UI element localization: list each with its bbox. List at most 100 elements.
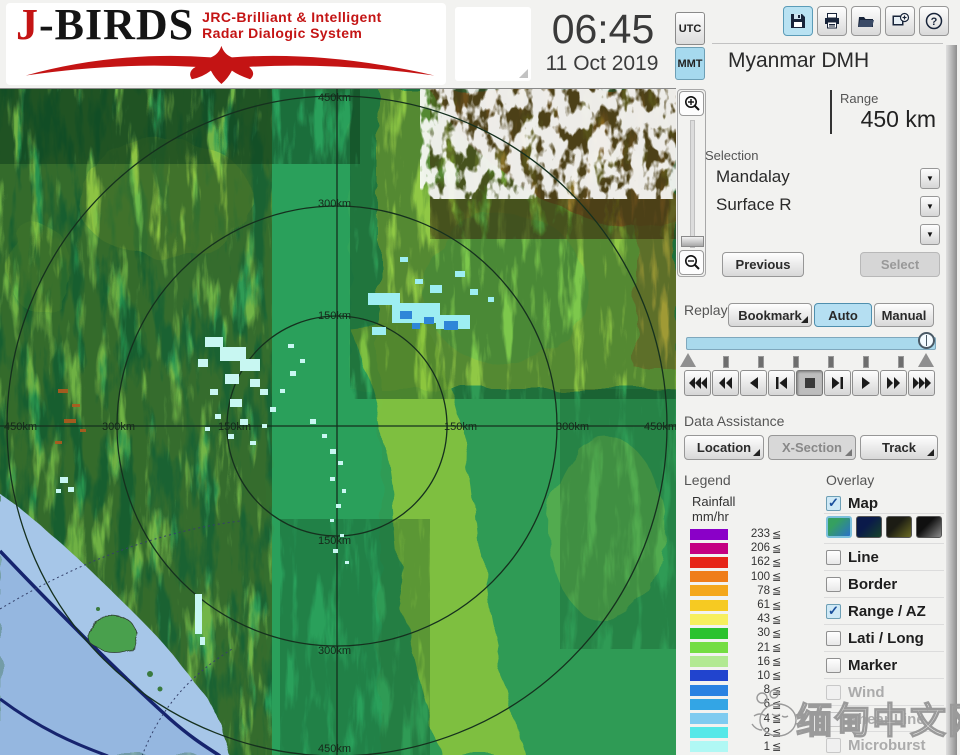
radar-map[interactable]: 450km 300km 150km 150km 300km 450km 450k… bbox=[0, 88, 676, 755]
overlay-row-lati-long: Lati / Long bbox=[824, 627, 946, 649]
clock-time: 06:45 bbox=[551, 6, 655, 52]
replay-slider-track[interactable] bbox=[686, 337, 936, 350]
previous-button[interactable]: Previous bbox=[722, 252, 804, 277]
print-button[interactable] bbox=[817, 6, 847, 36]
logo-tagline: JRC-Brilliant & Intelligent Radar Dialog… bbox=[202, 9, 382, 41]
divider bbox=[824, 513, 944, 514]
slider-start-marker[interactable] bbox=[680, 353, 696, 367]
divider bbox=[824, 570, 944, 571]
svg-text:300km: 300km bbox=[318, 645, 351, 657]
data-assistance-label: Data Assistance bbox=[684, 413, 785, 429]
color-swatch bbox=[690, 585, 728, 597]
xsection-button[interactable]: X-Section bbox=[768, 435, 856, 460]
slider-tick bbox=[793, 356, 799, 368]
zoom-in-button[interactable] bbox=[679, 91, 704, 116]
legend-entry: 21 ≦ bbox=[690, 641, 802, 655]
line-checkbox[interactable] bbox=[826, 549, 841, 565]
legend-entry: 233 ≦ bbox=[690, 527, 802, 541]
svg-text:150km: 150km bbox=[318, 535, 351, 547]
auto-button[interactable]: Auto bbox=[814, 303, 872, 327]
step-forward-button[interactable] bbox=[824, 370, 851, 396]
product-dropdown-value[interactable]: Surface R bbox=[716, 195, 792, 215]
watermark-text: 缅甸中文网 bbox=[795, 699, 960, 741]
panel-edge bbox=[946, 45, 957, 755]
play-button[interactable] bbox=[852, 370, 879, 396]
slider-tick bbox=[863, 356, 869, 368]
legend-entry: 162 ≦ bbox=[690, 555, 802, 569]
fast-forward-button[interactable] bbox=[880, 370, 907, 396]
color-swatch bbox=[690, 571, 728, 583]
add-image-icon bbox=[892, 12, 910, 26]
manual-button[interactable]: Manual bbox=[874, 303, 934, 327]
extra-dropdown-button[interactable]: ▼ bbox=[920, 224, 940, 245]
stop-icon bbox=[804, 378, 815, 388]
print-icon bbox=[825, 13, 839, 29]
map-style-swatch-1[interactable] bbox=[826, 516, 852, 538]
map-style-swatch-2[interactable] bbox=[856, 516, 882, 538]
svg-text:450km: 450km bbox=[4, 421, 37, 433]
zoom-slider-thumb[interactable] bbox=[681, 236, 704, 247]
slider-end-marker[interactable] bbox=[918, 353, 934, 367]
station-name: Myanmar DMH bbox=[728, 49, 870, 72]
lati-long-checkbox[interactable] bbox=[826, 630, 841, 646]
svg-text:300km: 300km bbox=[102, 421, 135, 433]
color-swatch bbox=[690, 627, 728, 639]
magnifier-plus-icon bbox=[684, 95, 700, 111]
zoom-out-button[interactable] bbox=[679, 250, 704, 275]
site-dropdown-value[interactable]: Mandalay bbox=[716, 167, 790, 187]
overlay-label: Overlay bbox=[826, 472, 875, 488]
save-button[interactable] bbox=[783, 6, 813, 36]
border-checkbox[interactable] bbox=[826, 576, 841, 592]
zoom-slider-track[interactable] bbox=[690, 120, 695, 248]
site-dropdown-button[interactable]: ▼ bbox=[920, 168, 940, 189]
chevron-down-icon: ▼ bbox=[926, 202, 934, 211]
overlay-row-border: Border bbox=[824, 573, 946, 595]
map-style-swatch-4[interactable] bbox=[916, 516, 942, 538]
open-folder-button[interactable] bbox=[851, 6, 881, 36]
select-button[interactable]: Select bbox=[860, 252, 940, 277]
color-swatch bbox=[690, 528, 728, 540]
svg-text:150km: 150km bbox=[318, 310, 351, 322]
track-button[interactable]: Track bbox=[860, 435, 938, 460]
fast-forward-icon bbox=[887, 377, 900, 389]
replay-slider-thumb[interactable] bbox=[918, 332, 935, 349]
product-dropdown-button[interactable]: ▼ bbox=[920, 196, 940, 217]
corner-arrow-icon bbox=[753, 449, 760, 456]
open-folder-icon bbox=[858, 17, 874, 27]
chevron-down-icon: ▼ bbox=[926, 230, 934, 239]
eagle-icon bbox=[25, 45, 435, 85]
range-value: 450 km bbox=[860, 106, 936, 132]
bookmark-button[interactable]: Bookmark bbox=[728, 303, 812, 327]
marker-checkbox[interactable] bbox=[826, 657, 841, 673]
overlay-row-line: Line bbox=[824, 546, 946, 568]
legend-entry: 16 ≦ bbox=[690, 655, 802, 669]
skip-forward-button[interactable] bbox=[908, 370, 935, 396]
svg-text:?: ? bbox=[931, 16, 938, 28]
replay-label: Replay bbox=[684, 302, 728, 318]
mmt-button[interactable]: MMT bbox=[675, 47, 705, 80]
utc-button[interactable]: UTC bbox=[675, 12, 705, 45]
map-checkbox[interactable]: ✓ bbox=[826, 495, 841, 511]
map-style-swatch-3[interactable] bbox=[886, 516, 912, 538]
save-icon bbox=[791, 14, 805, 28]
rewind-button[interactable] bbox=[712, 370, 739, 396]
legend-entry: 30 ≦ bbox=[690, 626, 802, 640]
fast-rewind-icon bbox=[688, 377, 707, 389]
range-label: Range bbox=[840, 91, 879, 106]
range-az-checkbox[interactable]: ✓ bbox=[826, 603, 841, 619]
color-swatch bbox=[690, 670, 728, 682]
help-button[interactable]: ? bbox=[919, 6, 949, 36]
location-button[interactable]: Location bbox=[684, 435, 764, 460]
fast-rewind-button[interactable] bbox=[684, 370, 711, 396]
color-swatch bbox=[690, 599, 728, 611]
divider bbox=[824, 651, 944, 652]
step-back-button[interactable] bbox=[768, 370, 795, 396]
svg-text:150km: 150km bbox=[444, 421, 477, 433]
step-back-icon bbox=[776, 377, 787, 389]
add-image-button[interactable] bbox=[885, 6, 915, 36]
divider bbox=[824, 597, 944, 598]
play-reverse-button[interactable] bbox=[740, 370, 767, 396]
legend-title: Rainfall bbox=[692, 494, 736, 509]
stop-button[interactable] bbox=[796, 370, 823, 396]
legend-entry: 43 ≦ bbox=[690, 612, 802, 626]
